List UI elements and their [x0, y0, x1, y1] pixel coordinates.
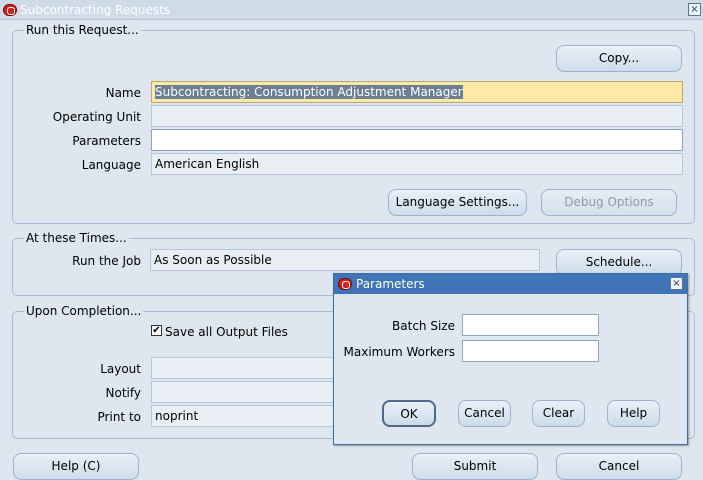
oracle-logo-icon: [3, 4, 17, 16]
run-request-group-label: Run this Request...: [24, 23, 141, 37]
save-output-checkbox[interactable]: ✔: [151, 325, 162, 336]
window-close-icon[interactable]: ×: [688, 3, 701, 16]
copy-button[interactable]: Copy...: [556, 45, 682, 72]
print-to-label: Print to: [97, 410, 141, 424]
dialog-help-button[interactable]: Help: [607, 400, 660, 427]
run-job-field[interactable]: As Soon as Possible: [150, 249, 540, 271]
language-settings-button[interactable]: Language Settings...: [388, 189, 527, 216]
save-output-label: Save all Output Files: [165, 325, 288, 339]
ok-button[interactable]: OK: [382, 400, 436, 427]
language-field[interactable]: American English: [151, 153, 683, 175]
language-label: Language: [81, 158, 141, 172]
times-group-label: At these Times...: [24, 231, 129, 245]
name-label: Name: [105, 86, 141, 100]
schedule-button[interactable]: Schedule...: [556, 249, 682, 276]
run-job-label: Run the Job: [72, 254, 141, 268]
help-button[interactable]: Help (C): [13, 453, 139, 480]
dialog-title: Parameters: [356, 277, 425, 291]
notify-label: Notify: [105, 386, 141, 400]
operating-unit-label: Operating Unit: [52, 110, 141, 124]
parameters-dialog: Parameters × Batch Size Maximum Workers …: [333, 273, 688, 445]
dialog-oracle-logo-icon: [338, 278, 352, 290]
name-value: Subcontracting: Consumption Adjustment M…: [155, 85, 463, 99]
submit-button[interactable]: Submit: [412, 453, 538, 480]
dialog-cancel-button[interactable]: Cancel: [458, 400, 511, 427]
max-workers-label: Maximum Workers: [343, 345, 455, 359]
print-to-field[interactable]: noprint: [151, 405, 351, 427]
layout-field[interactable]: [151, 357, 351, 379]
operating-unit-field[interactable]: [151, 105, 683, 127]
completion-group-label: Upon Completion...: [24, 304, 144, 318]
max-workers-field[interactable]: [462, 340, 599, 362]
name-field[interactable]: Subcontracting: Consumption Adjustment M…: [151, 81, 683, 103]
dialog-close-icon[interactable]: ×: [670, 277, 683, 290]
layout-label: Layout: [100, 362, 141, 376]
batch-size-field[interactable]: [462, 314, 599, 336]
window-title: Subcontracting Requests: [20, 3, 171, 17]
parameters-field[interactable]: [151, 129, 683, 151]
parameters-label: Parameters: [72, 134, 141, 148]
batch-size-label: Batch Size: [392, 319, 455, 333]
notify-field[interactable]: [151, 381, 351, 403]
debug-options-button[interactable]: Debug Options: [541, 189, 677, 216]
clear-button[interactable]: Clear: [532, 400, 585, 427]
cancel-button[interactable]: Cancel: [556, 453, 682, 480]
